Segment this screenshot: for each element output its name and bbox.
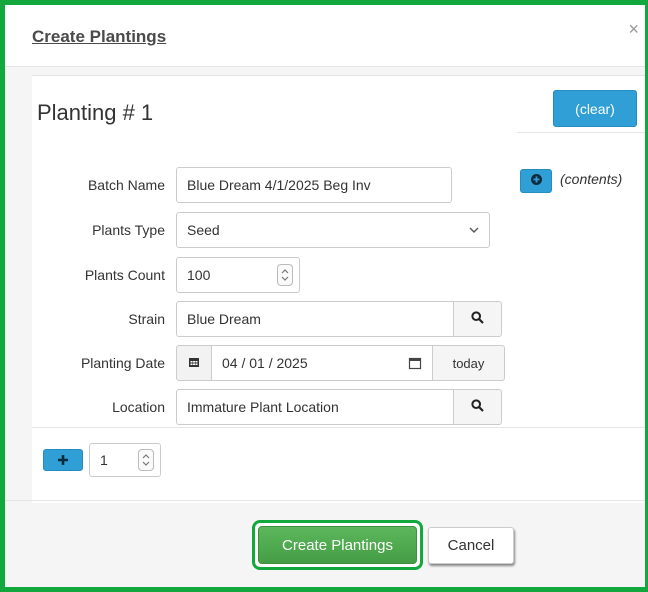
plants-type-label: Plants Type xyxy=(92,222,165,238)
planting-date-input[interactable]: 04 / 01 / 2025 xyxy=(211,345,433,381)
clear-button[interactable]: (clear) xyxy=(553,90,637,127)
location-value: Immature Plant Location xyxy=(187,399,339,415)
location-input[interactable]: Immature Plant Location xyxy=(176,389,454,425)
plants-count-label: Plants Count xyxy=(84,267,165,283)
contents-label: (contents) xyxy=(560,171,623,187)
add-row-count-input[interactable]: 1 xyxy=(89,443,161,477)
calendar-picker-icon[interactable] xyxy=(408,356,422,373)
plants-count-input[interactable]: 100 xyxy=(176,257,300,293)
plants-type-select[interactable]: Seed xyxy=(176,212,490,248)
add-row-button[interactable] xyxy=(43,449,83,471)
batch-name-value: Blue Dream 4/1/2025 Beg Inv xyxy=(187,177,371,193)
calendar-addon xyxy=(176,345,212,381)
close-icon[interactable]: × xyxy=(628,19,639,40)
plus-circle-icon xyxy=(530,173,543,189)
divider xyxy=(517,132,645,133)
calendar-icon xyxy=(188,355,200,371)
chevron-down-icon xyxy=(469,225,479,237)
strain-label: Strain xyxy=(128,311,165,327)
planting-number: 1 xyxy=(140,100,154,125)
batch-name-label: Batch Name xyxy=(87,177,165,193)
search-icon xyxy=(471,311,484,327)
location-search-button[interactable] xyxy=(453,389,502,425)
footer-divider xyxy=(5,500,645,501)
spinner-icon[interactable] xyxy=(138,449,154,471)
planting-date-label: Planting Date xyxy=(80,355,165,371)
plants-count-value: 100 xyxy=(187,267,211,283)
strain-value: Blue Dream xyxy=(187,311,261,327)
plus-icon xyxy=(57,451,69,469)
strain-search-button[interactable] xyxy=(453,301,502,337)
dialog-title: Create Plantings xyxy=(32,27,167,46)
create-plantings-label: Create Plantings xyxy=(258,526,417,564)
search-icon xyxy=(471,399,484,415)
planting-date-value: 04 / 01 / 2025 xyxy=(222,355,308,371)
add-row-count-value: 1 xyxy=(100,452,108,468)
batch-name-input[interactable]: Blue Dream 4/1/2025 Beg Inv xyxy=(176,167,452,203)
spinner-icon[interactable] xyxy=(277,264,293,286)
plants-type-value: Seed xyxy=(187,222,220,238)
dialog-body: Planting #1 (clear) Batch Name Blue Drea… xyxy=(5,67,645,587)
strain-input[interactable]: Blue Dream xyxy=(176,301,454,337)
planting-label: Planting # xyxy=(37,100,135,125)
planting-heading: Planting #1 xyxy=(37,100,153,126)
dialog-header: Create Plantings × xyxy=(5,5,645,67)
create-plantings-button[interactable]: Create Plantings xyxy=(252,520,423,570)
today-button[interactable]: today xyxy=(432,345,505,381)
contents-button[interactable] xyxy=(520,169,552,193)
divider xyxy=(32,427,645,428)
cancel-button[interactable]: Cancel xyxy=(428,527,514,564)
planting-panel: Planting #1 (clear) Batch Name Blue Drea… xyxy=(32,75,645,503)
location-label: Location xyxy=(112,399,165,415)
